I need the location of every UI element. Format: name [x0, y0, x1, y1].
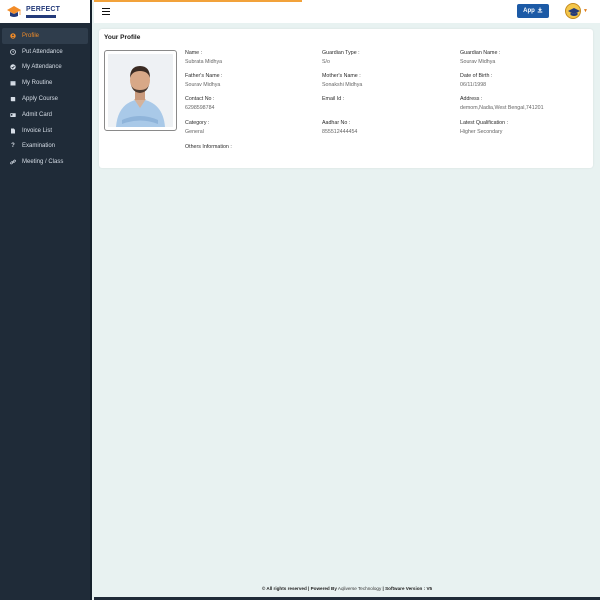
sidebar-item-label: Invoice List: [22, 127, 53, 134]
footer-version: | Software Version : V5: [382, 586, 433, 591]
brand-name: PERFECT: [26, 5, 61, 13]
field-aadhar: Aadhar No : 855512444454: [322, 120, 357, 136]
field-value: Sourav Midhya: [460, 59, 496, 65]
field-value: demom,Nadia,West Bengal,741201: [460, 105, 544, 111]
graduation-cap-icon: [6, 4, 22, 20]
app-button-label: App: [523, 8, 535, 14]
sidebar-item-profile[interactable]: Profile: [2, 28, 88, 44]
field-label: Name :: [185, 50, 203, 56]
clock-icon: [10, 48, 16, 55]
question-icon: ?: [11, 143, 15, 150]
sidebar-item-admit-card[interactable]: Admit Card: [2, 107, 88, 123]
field-category: Category : General: [185, 120, 209, 136]
field-label: Date of Birth :: [460, 73, 493, 79]
profile-photo: [104, 50, 177, 131]
field-latest-qualification: Latest Qualification : Higher Secondary: [460, 120, 508, 136]
field-value: Sourav Midhya: [185, 82, 221, 88]
sidebar-item-meeting-class[interactable]: Meeting / Class: [2, 154, 88, 170]
sidebar-item-label: Apply Course: [22, 96, 59, 103]
user-menu[interactable]: ▼: [565, 3, 588, 19]
field-contact: Contact No : 6298598784: [185, 96, 214, 112]
id-card-icon: [10, 112, 16, 118]
footer-company-link[interactable]: Aqliverse Technology: [338, 586, 381, 591]
field-label: Email Id :: [322, 96, 345, 102]
user-circle-icon: [10, 33, 16, 39]
field-label: Guardian Name :: [460, 50, 501, 56]
sidebar-item-my-routine[interactable]: My Routine: [2, 75, 88, 91]
app-download-button[interactable]: App: [517, 4, 549, 18]
top-header: App ▼: [94, 0, 600, 23]
avatar: [565, 3, 581, 19]
chevron-down-icon: ▼: [583, 8, 588, 14]
field-others-information: Others Information :: [185, 144, 232, 153]
book-icon: [10, 96, 16, 102]
field-label: Father's Name :: [185, 73, 223, 79]
field-label: Aadhar No :: [322, 120, 351, 126]
field-value: 855512444454: [322, 129, 358, 135]
field-value: General: [185, 129, 204, 135]
sidebar-item-put-attendance[interactable]: Put Attendance: [2, 44, 88, 60]
field-father-name: Father's Name : Sourav Midhya: [185, 73, 223, 89]
field-value: Sonakshi Midhya: [322, 82, 363, 88]
field-date-of-birth: Date of Birth : 06/11/1998: [460, 73, 492, 89]
sidebar-item-label: Put Attendance: [22, 48, 63, 55]
sidebar-item-label: Admit Card: [22, 111, 53, 118]
download-icon: [537, 7, 543, 15]
header-accent-line: [94, 0, 302, 2]
sidebar-item-apply-course[interactable]: Apply Course: [2, 91, 88, 107]
field-email: Email Id :: [322, 96, 344, 105]
field-label: Category :: [185, 120, 210, 126]
field-value: 06/11/1998: [460, 82, 487, 88]
sidebar-item-my-attendance[interactable]: My Attendance: [2, 60, 88, 76]
footer: © All rights reserved | Powered By Aqliv…: [94, 582, 600, 596]
field-mother-name: Mother's Name : Sonakshi Midhya: [322, 73, 362, 89]
sidebar-item-label: My Attendance: [22, 64, 62, 71]
file-icon: [10, 128, 16, 134]
sidebar-item-label: Examination: [22, 143, 56, 150]
check-circle-icon: [10, 64, 16, 71]
field-label: Latest Qualification :: [460, 120, 508, 126]
field-value: Subrata Midhya: [185, 59, 223, 65]
field-guardian-type: Guardian Type : S/o: [322, 50, 360, 66]
page-title: Your Profile: [104, 34, 141, 41]
sidebar-item-label: Profile: [22, 32, 40, 39]
sidebar-item-label: My Routine: [22, 80, 53, 87]
menu-toggle-icon[interactable]: [102, 8, 110, 15]
field-label: Mother's Name :: [322, 73, 361, 79]
field-value: S/o: [322, 59, 330, 65]
field-value: 6298598784: [185, 105, 215, 111]
brand-underline: [26, 14, 56, 18]
field-guardian-name: Guardian Name : Sourav Midhya: [460, 50, 500, 66]
sidebar-item-examination[interactable]: ? Examination: [2, 139, 88, 155]
link-icon: [10, 159, 16, 165]
field-label: Others Information :: [185, 144, 232, 150]
sidebar-item-invoice-list[interactable]: Invoice List: [2, 123, 88, 139]
calendar-icon: [10, 80, 16, 86]
field-name: Name : Subrata Midhya: [185, 50, 222, 66]
field-label: Contact No :: [185, 96, 215, 102]
field-value: Higher Secondary: [460, 129, 503, 135]
profile-card: Your Profile Name : Subrata Midhya Fathe…: [99, 29, 593, 168]
field-label: Address :: [460, 96, 483, 102]
brand-logo[interactable]: PERFECT: [0, 0, 90, 23]
footer-rights: © All rights reserved | Powered By: [261, 586, 337, 591]
field-address: Address : demom,Nadia,West Bengal,741201: [460, 96, 544, 112]
sidebar-nav: Profile Put Attendance My Attendance My …: [0, 23, 90, 170]
person-photo-icon: [108, 54, 173, 127]
sidebar: PERFECT Profile Put Attendance My Attend…: [0, 0, 92, 600]
sidebar-item-label: Meeting / Class: [22, 159, 64, 166]
field-label: Guardian Type :: [322, 50, 360, 56]
